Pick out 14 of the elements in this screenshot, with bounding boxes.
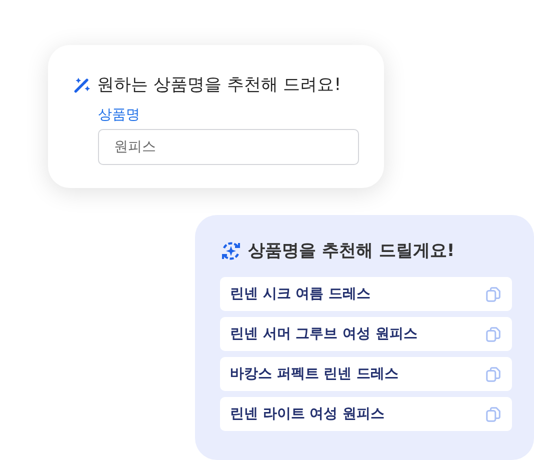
suggestion-item[interactable]: 바캉스 퍼펙트 린넨 드레스 — [220, 357, 512, 391]
card-title: 상품명을 추천해 드릴게요! — [248, 240, 455, 262]
suggestion-item[interactable]: 린넨 서머 그루브 여성 원피스 — [220, 317, 512, 351]
card-title: 원하는 상품명을 추천해 드려요! — [97, 74, 342, 96]
copy-icon[interactable] — [485, 366, 502, 382]
input-field[interactable]: 원피스 — [98, 129, 359, 165]
copy-icon[interactable] — [485, 286, 502, 302]
suggestion-item[interactable]: 린넨 라이트 여성 원피스 — [220, 397, 512, 431]
refresh-sparkle-icon — [220, 240, 242, 262]
copy-icon[interactable] — [485, 326, 502, 342]
field-label: 상품명 — [98, 106, 141, 124]
suggestion-item[interactable]: 린넨 시크 여름 드레스 — [220, 277, 512, 311]
magic-wand-icon — [73, 76, 91, 94]
copy-icon[interactable] — [485, 406, 502, 422]
